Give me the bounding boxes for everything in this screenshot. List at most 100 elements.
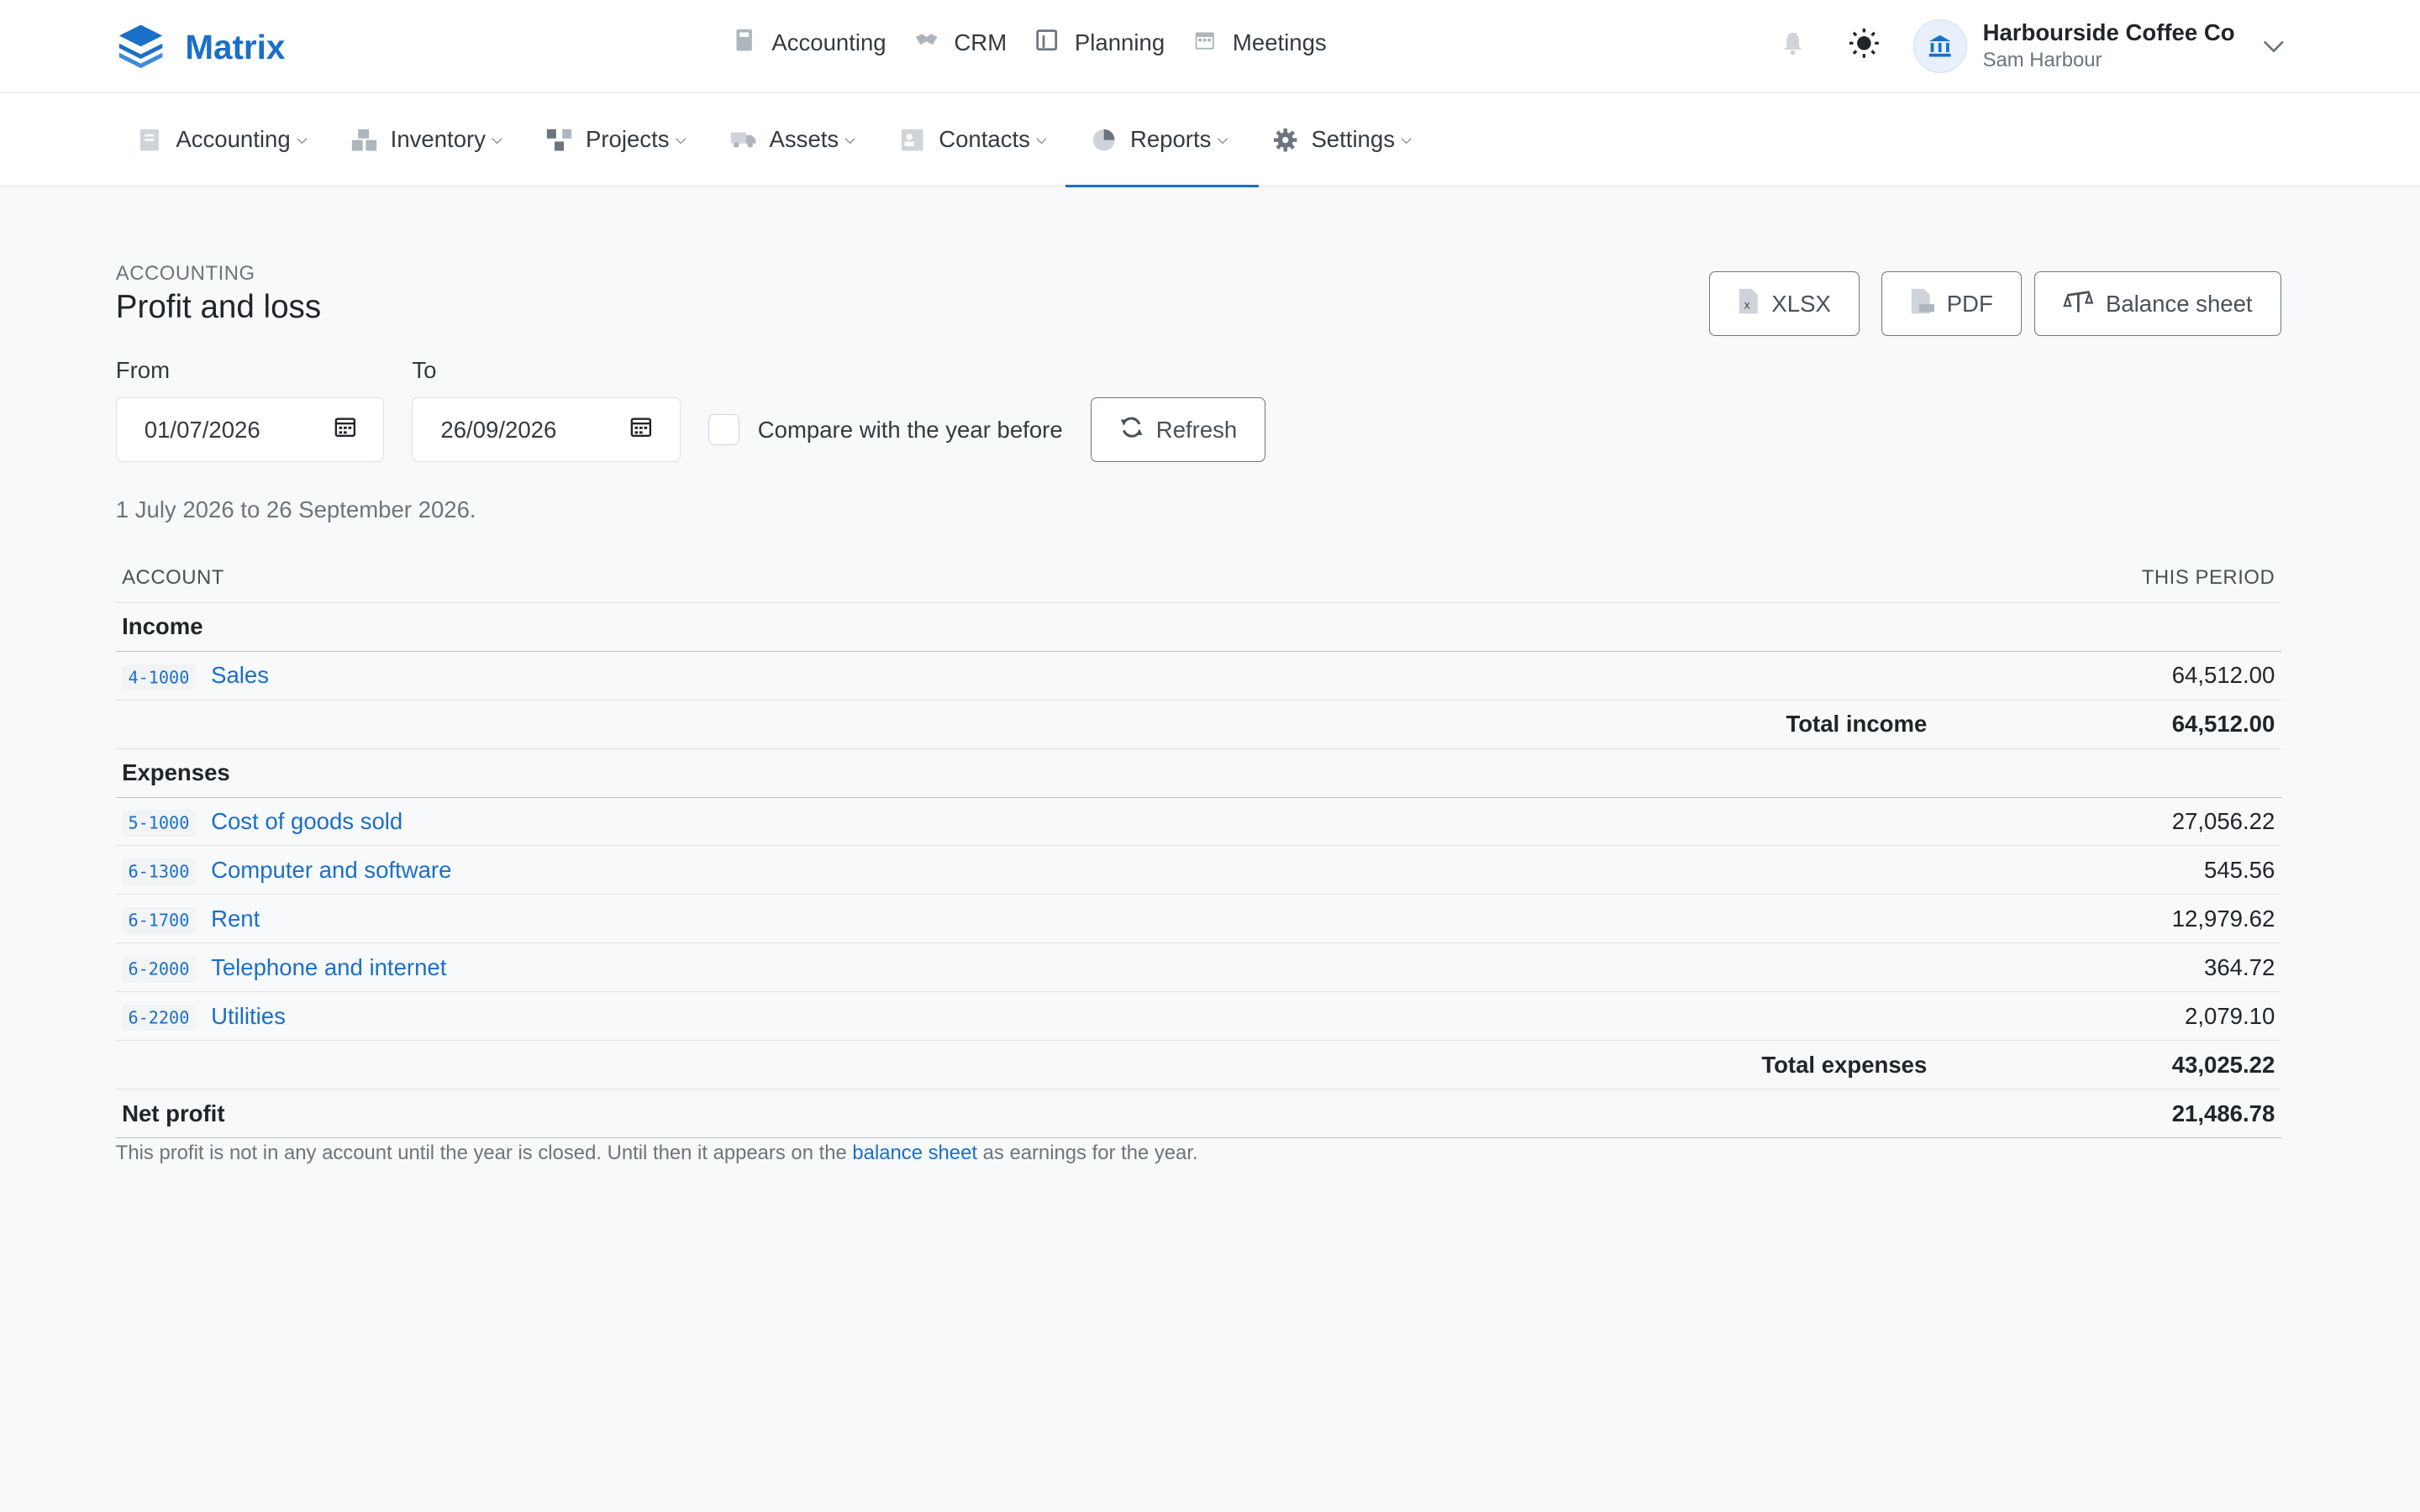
button-label: Balance sheet — [2105, 290, 2253, 317]
net-profit-row: Net profit 21,486.78 — [115, 1089, 2281, 1139]
nav-assets[interactable]: Assets ⌵ — [729, 93, 877, 186]
export-pdf-button[interactable]: PDF — [1881, 271, 2022, 337]
refresh-icon — [1119, 415, 1144, 445]
nav-reports[interactable]: Reports ⌵ — [1065, 93, 1260, 188]
chevron-down-icon: ⌵ — [1036, 131, 1047, 148]
app-accounting[interactable]: Accounting — [732, 28, 886, 58]
from-date-value: 01/07/2026 — [144, 416, 260, 443]
column-this-period: THIS PERIOD — [1933, 557, 2281, 603]
note-text: as earnings for the year. — [976, 1141, 1198, 1164]
calendar-icon — [1192, 28, 1217, 58]
amount: 12,979.62 — [1933, 894, 2281, 944]
notifications-button[interactable] — [1777, 31, 1808, 62]
svg-text:x: x — [1744, 300, 1750, 312]
export-xlsx-button[interactable]: x XLSX — [1708, 271, 1860, 337]
account-link[interactable]: Utilities — [211, 1003, 286, 1029]
to-field: To 26/09/2026 — [412, 357, 681, 463]
theme-toggle[interactable] — [1849, 28, 1880, 65]
nav-label: Inventory — [390, 126, 486, 153]
module-nav: Accounting ⌵ Inventory ⌵ Projects ⌵ Asse… — [0, 93, 2420, 188]
account-link[interactable]: Sales — [211, 662, 269, 688]
nav-label: Assets — [769, 126, 839, 153]
app-switcher: Accounting CRM Planning Meetings — [732, 28, 1327, 58]
main-content: ACCOUNTING Profit and loss x XLSX PDF Ba… — [115, 262, 2281, 1165]
calendar-icon[interactable] — [630, 416, 652, 444]
table-row: 6-2000 Telephone and internet 364.72 — [115, 942, 2281, 993]
income-section-heading: Income — [115, 602, 2281, 652]
balance-sheet-button[interactable]: Balance sheet — [2033, 271, 2281, 337]
nav-contacts[interactable]: Contacts ⌵ — [898, 93, 1068, 186]
amount: 2,079.10 — [1933, 991, 2281, 1042]
total-amount: 43,025.22 — [1933, 1040, 2281, 1090]
net-profit-note: This profit is not in any account until … — [116, 1142, 2281, 1165]
amount: 545.56 — [1933, 845, 2281, 895]
contact-card-icon — [898, 126, 926, 154]
table-row: 6-2200 Utilities 2,079.10 — [115, 991, 2281, 1042]
account-link[interactable]: Telephone and internet — [211, 954, 446, 980]
nav-accounting[interactable]: Accounting ⌵ — [136, 93, 329, 186]
app-crm[interactable]: CRM — [914, 28, 1007, 58]
account-code: 6-2000 — [122, 956, 196, 983]
from-label: From — [115, 356, 171, 383]
org-name: Harbourside Coffee Co — [1982, 19, 2235, 46]
chevron-down-icon — [2263, 33, 2285, 60]
top-right-controls: Harbourside Coffee Co Sam Harbour — [1777, 0, 2284, 92]
profit-loss-table: ACCOUNT THIS PERIOD Income 4-1000 Sales 6… — [115, 557, 2281, 1139]
total-label: Total expenses — [933, 1040, 1933, 1090]
section-label: Expenses — [115, 748, 2281, 798]
nav-inventory[interactable]: Inventory ⌵ — [350, 93, 524, 186]
chevron-down-icon: ⌵ — [1401, 131, 1412, 148]
stack-logo-icon — [118, 22, 164, 74]
compare-toggle: Compare with the year before — [708, 397, 1063, 462]
account-link[interactable]: Cost of goods sold — [211, 808, 402, 834]
org-user: Sam Harbour — [1982, 49, 2102, 72]
total-income-row: Total income 64,512.00 — [115, 700, 2281, 749]
account-link[interactable]: Rent — [211, 906, 260, 932]
total-amount: 64,512.00 — [1933, 700, 2281, 749]
expenses-section-heading: Expenses — [115, 748, 2281, 798]
sun-icon — [1849, 28, 1880, 65]
table-row: 4-1000 Sales 64,512.00 — [115, 651, 2281, 701]
planner-icon — [1034, 28, 1059, 58]
app-planning[interactable]: Planning — [1034, 28, 1165, 58]
compare-checkbox[interactable] — [708, 414, 739, 446]
from-field: From 01/07/2026 — [115, 356, 385, 463]
total-expenses-row: Total expenses 43,025.22 — [115, 1040, 2281, 1090]
account-code: 5-1000 — [122, 810, 196, 837]
bell-icon — [1781, 31, 1805, 61]
account-code: 6-2200 — [122, 1005, 196, 1032]
organisation-switcher[interactable]: Harbourside Coffee Co Sam Harbour — [1912, 18, 2285, 74]
scales-icon — [2062, 289, 2094, 319]
table-row: 5-1000 Cost of goods sold 27,056.22 — [115, 797, 2281, 847]
truck-icon — [729, 126, 757, 154]
account-code: 4-1000 — [122, 664, 196, 690]
button-label: Refresh — [1155, 416, 1238, 443]
account-link[interactable]: Computer and software — [211, 857, 451, 883]
app-meetings[interactable]: Meetings — [1192, 28, 1327, 58]
refresh-button[interactable]: Refresh — [1090, 397, 1266, 463]
nav-projects[interactable]: Projects ⌵ — [545, 93, 708, 186]
pie-chart-icon — [1090, 126, 1118, 154]
brand[interactable]: Matrix — [118, 22, 286, 74]
nav-label: Reports — [1129, 126, 1212, 153]
note-text: This profit is not in any account until … — [115, 1141, 853, 1164]
net-profit-amount: 21,486.78 — [1933, 1089, 2281, 1139]
total-label: Total income — [933, 700, 1933, 749]
from-date-input[interactable]: 01/07/2026 — [115, 397, 385, 463]
calendar-icon[interactable] — [334, 416, 356, 444]
brand-name: Matrix — [185, 28, 286, 67]
nav-label: Projects — [586, 126, 670, 153]
nav-label: Contacts — [939, 126, 1030, 153]
nav-label: Settings — [1311, 126, 1395, 153]
to-date-input[interactable]: 26/09/2026 — [412, 397, 681, 463]
report-actions: x XLSX PDF Balance sheet — [1708, 271, 2281, 337]
nav-settings[interactable]: Settings ⌵ — [1271, 93, 1434, 186]
table-row: 6-1300 Computer and software 545.56 — [115, 845, 2281, 895]
button-label: PDF — [1946, 290, 1993, 317]
to-label: To — [412, 356, 437, 383]
account-code: 6-1700 — [122, 907, 196, 934]
chevron-down-icon: ⌵ — [844, 131, 856, 148]
balance-sheet-link[interactable]: balance sheet — [852, 1142, 977, 1164]
account-code: 6-1300 — [122, 858, 196, 885]
nav-label: Accounting — [176, 126, 291, 153]
